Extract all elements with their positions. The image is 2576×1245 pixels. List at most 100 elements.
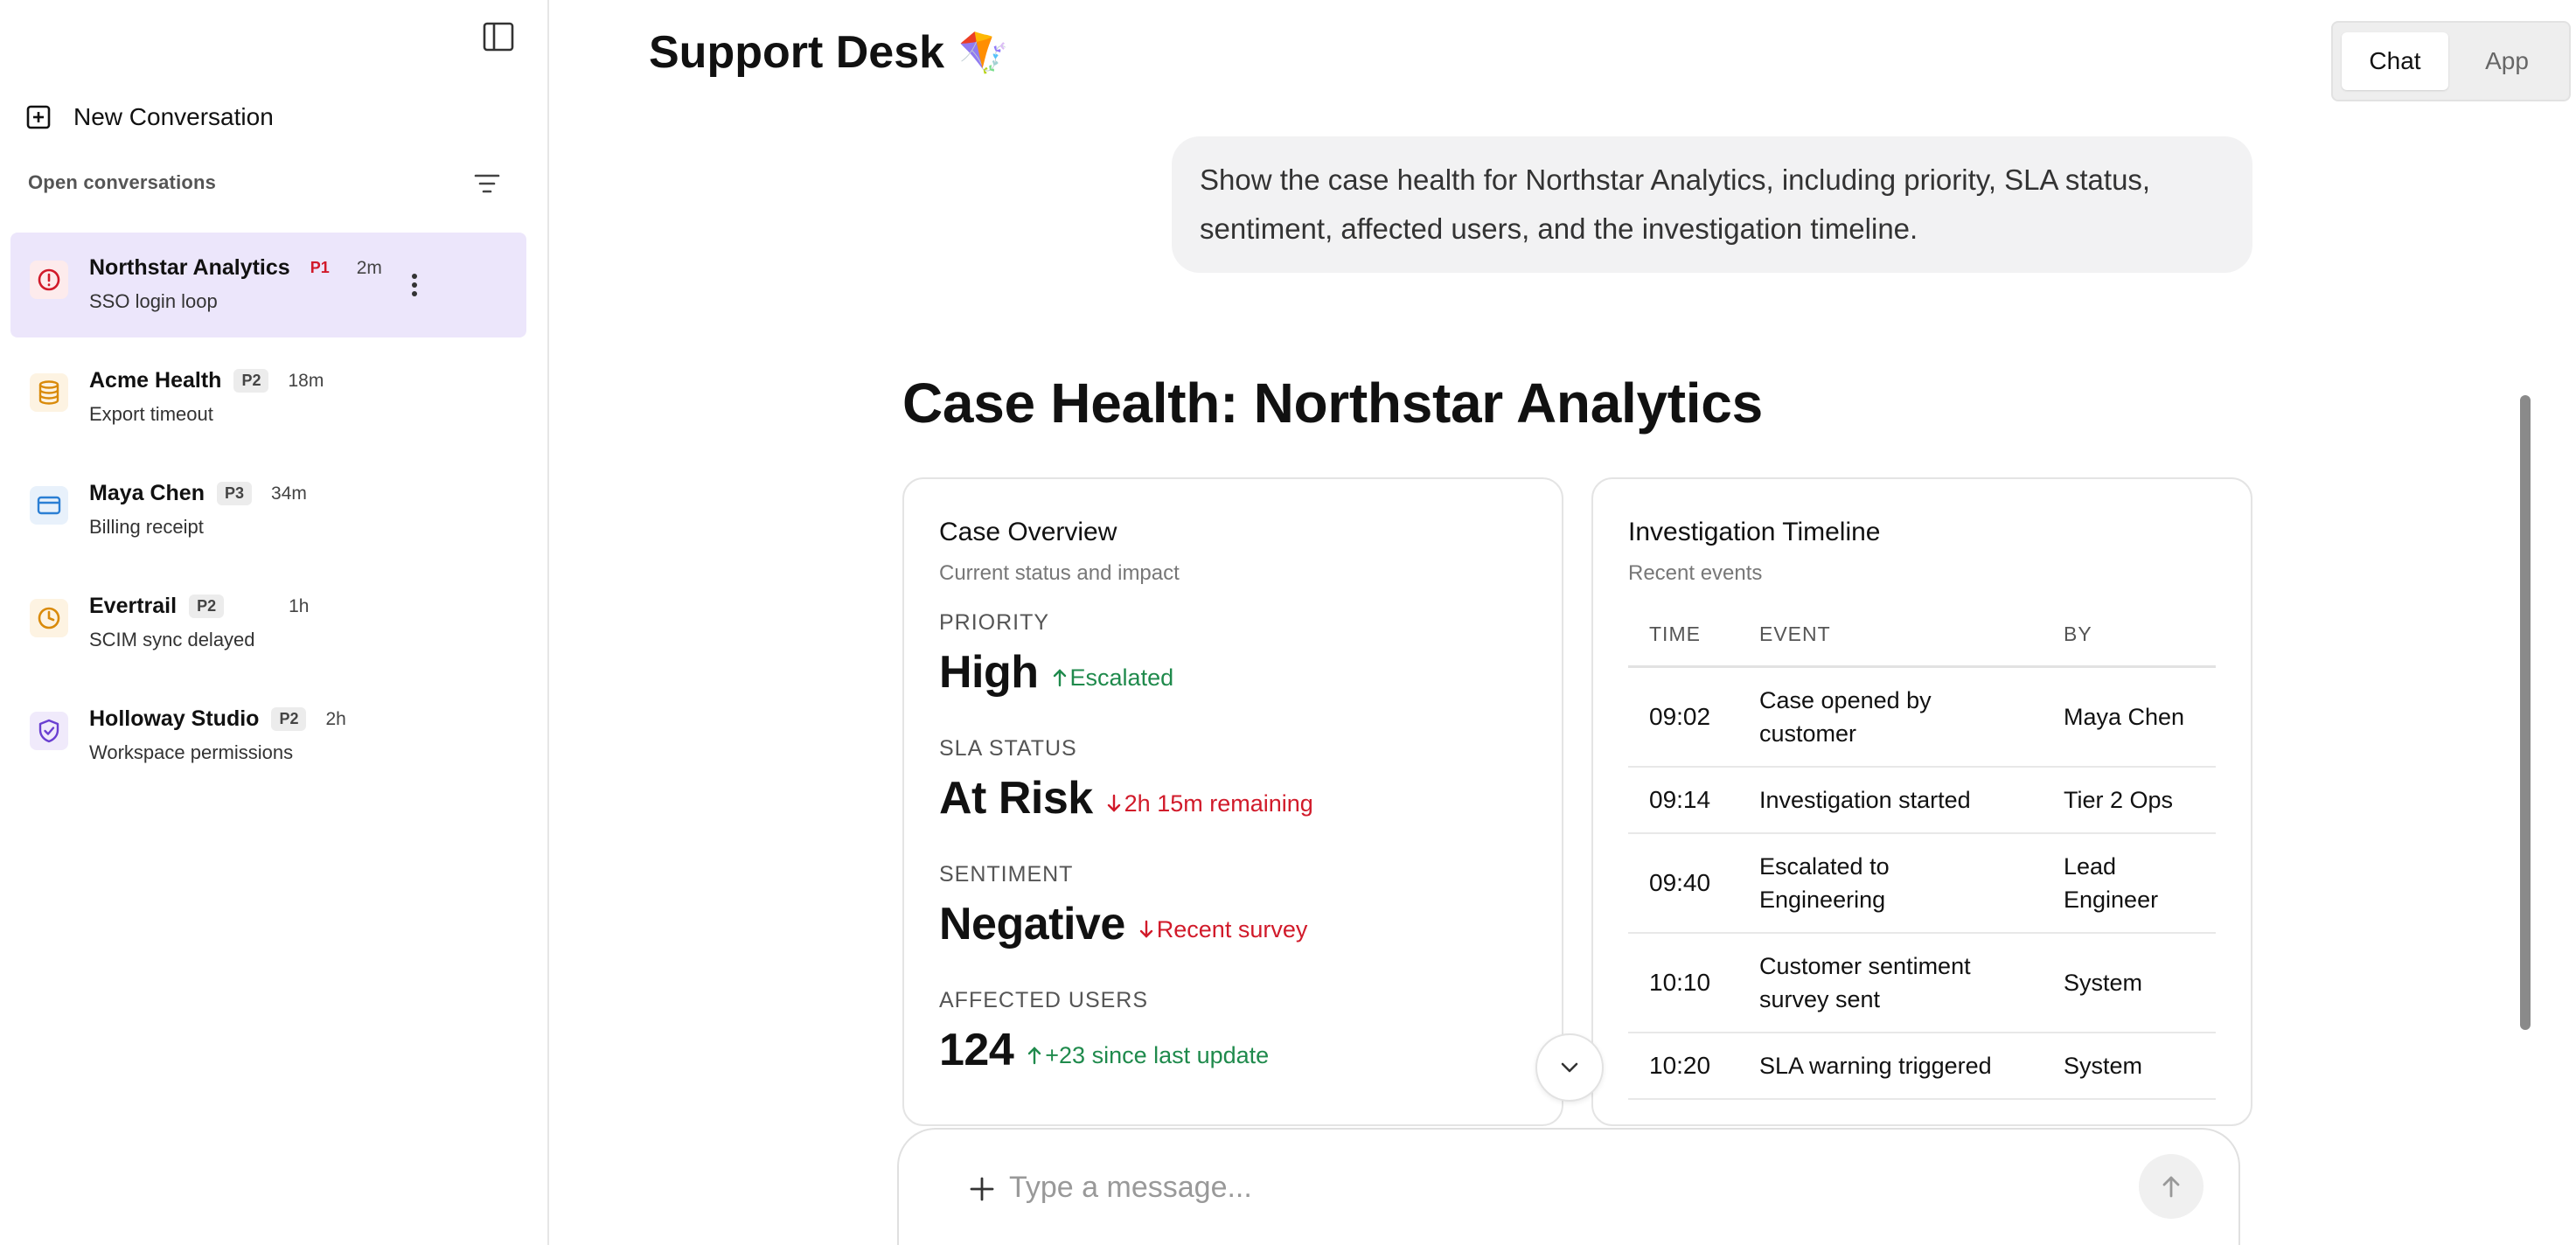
timeline-table: TIME EVENT BY 09:02 Case opened by custo…	[1628, 609, 2216, 1100]
cell-event: Case opened by customer	[1738, 666, 2043, 768]
metric-value: 124	[939, 1025, 1014, 1075]
page-title: Support Desk 🪁	[649, 26, 1008, 79]
sidebar-panel-icon	[483, 22, 514, 52]
priority-metric: PRIORITY High Escalated	[939, 610, 1173, 699]
column-header-time: TIME	[1628, 609, 1738, 668]
cell-event: Investigation started	[1738, 767, 2043, 834]
new-conversation-label: New Conversation	[73, 103, 274, 130]
conversation-list: Northstar Analytics P1 2m SSO login loop	[10, 233, 526, 796]
conversation-menu-button[interactable]	[399, 268, 430, 303]
case-title-name: Northstar Analytics	[1253, 372, 1764, 435]
cell-by: System	[2043, 1033, 2216, 1100]
conversation-subtitle: SSO login loop	[89, 290, 218, 312]
priority-badge: P2	[233, 369, 269, 393]
chevron-down-icon	[1561, 1062, 1578, 1073]
scrollbar[interactable]	[2520, 395, 2531, 1030]
conversation-time: 18m	[288, 370, 324, 391]
metric-delta: Recent survey	[1139, 915, 1308, 943]
timeline-subtitle: Recent events	[1628, 561, 1763, 585]
column-header-event: EVENT	[1738, 609, 2043, 668]
cell-event: SLA warning triggered	[1738, 1033, 2043, 1100]
timeline-title: Investigation Timeline	[1628, 518, 1881, 546]
metric-label: AFFECTED USERS	[939, 988, 1149, 1012]
arrow-up-icon	[1028, 1047, 1041, 1065]
metric-delta-text: +23 since last update	[1045, 1041, 1270, 1068]
priority-badge: P1	[310, 259, 330, 276]
case-overview-subtitle: Current status and impact	[939, 561, 1180, 585]
alert-circle-icon	[30, 261, 68, 299]
plus-square-icon	[26, 105, 51, 129]
conversation-item-northstar-analytics[interactable]: Northstar Analytics P1 2m SSO login loop	[10, 233, 526, 337]
filter-icon	[474, 174, 500, 193]
arrow-up-icon	[2162, 1176, 2180, 1198]
arrow-down-icon	[1107, 794, 1120, 812]
sidebar: New Conversation Open conversations Nort…	[0, 0, 549, 1245]
sidebar-toggle-button[interactable]	[479, 19, 518, 54]
conversation-subtitle: Workspace permissions	[89, 741, 294, 763]
cell-by: Tier 2 Ops	[2043, 767, 2216, 834]
conversation-title: Maya Chen	[89, 481, 205, 505]
table-row: 09:14 Investigation started Tier 2 Ops	[1628, 767, 2216, 834]
cell-by: Maya Chen	[2043, 666, 2216, 768]
cell-event: Escalated to Engineering	[1738, 833, 2043, 934]
chat-view-button[interactable]: Chat	[2342, 32, 2448, 90]
shield-check-icon	[30, 712, 68, 750]
sentiment-metric: SENTIMENT Negative Recent survey	[939, 862, 1307, 950]
conversation-time: 34m	[271, 483, 307, 504]
priority-badge: P3	[216, 482, 253, 505]
cell-time: 10:10	[1628, 933, 1738, 1033]
arrow-down-icon	[1139, 920, 1152, 938]
table-row: 09:40 Escalated to Engineering Lead Engi…	[1628, 833, 2216, 934]
metric-label: SENTIMENT	[939, 862, 1074, 887]
metric-delta: 2h 15m remaining	[1107, 790, 1313, 817]
user-message-bubble: Show the case health for Northstar Analy…	[1172, 136, 2252, 273]
metric-delta-text: Escalated	[1069, 664, 1174, 691]
metric-label: PRIORITY	[939, 610, 1050, 635]
more-vertical-icon	[412, 274, 417, 296]
case-overview-title: Case Overview	[939, 518, 1117, 546]
metric-delta-text: Recent survey	[1156, 915, 1308, 942]
scroll-to-bottom-button[interactable]	[1535, 1033, 1604, 1102]
page-title-text: Support Desk	[649, 27, 945, 78]
cell-by: System	[2043, 933, 2216, 1033]
table-row: 09:02 Case opened by customer Maya Chen	[1628, 666, 2216, 768]
table-header-row: TIME EVENT BY	[1628, 609, 2216, 668]
conversation-item-evertrail[interactable]: Evertrail P2 1h SCIM sync delayed	[10, 571, 526, 676]
table-row: 10:10 Customer sentiment survey sent Sys…	[1628, 933, 2216, 1033]
message-input[interactable]	[1009, 1159, 2137, 1215]
conversation-item-maya-chen[interactable]: Maya Chen P3 34m Billing receipt	[10, 458, 526, 563]
cell-time: 09:40	[1628, 833, 1738, 934]
cell-by: Lead Engineer	[2043, 833, 2216, 934]
cell-time: 10:20	[1628, 1033, 1738, 1100]
filter-button[interactable]	[469, 166, 505, 201]
conversation-time: 2h	[325, 708, 346, 729]
metric-delta: +23 since last update	[1027, 1042, 1269, 1069]
metric-delta-text: 2h 15m remaining	[1124, 789, 1313, 817]
metric-value: At Risk	[939, 773, 1093, 824]
conversation-item-acme-health[interactable]: Acme Health P2 18m Export timeout	[10, 345, 526, 450]
send-button[interactable]	[2139, 1154, 2204, 1219]
open-conversations-heading: Open conversations	[28, 171, 217, 193]
affected-users-metric: AFFECTED USERS 124 +23 since last update	[939, 988, 1269, 1076]
table-row: 10:20 SLA warning triggered System	[1628, 1033, 2216, 1100]
cell-event: Customer sentiment survey sent	[1738, 933, 2043, 1033]
new-conversation-button[interactable]: New Conversation	[26, 96, 274, 138]
conversation-title: Northstar Analytics	[89, 255, 290, 280]
priority-badge: P2	[271, 707, 307, 731]
app-view-button[interactable]: App	[2454, 32, 2560, 90]
metric-value: Negative	[939, 899, 1125, 949]
conversation-subtitle: SCIM sync delayed	[89, 629, 255, 650]
case-health-heading: Case Health: Northstar Analytics	[902, 371, 1763, 435]
cell-time: 09:14	[1628, 767, 1738, 834]
sla-status-metric: SLA STATUS At Risk 2h 15m remaining	[939, 736, 1313, 824]
conversation-subtitle: Export timeout	[89, 403, 213, 425]
credit-card-icon	[30, 486, 68, 525]
cell-time: 09:02	[1628, 666, 1738, 768]
message-composer	[897, 1128, 2240, 1245]
plus-icon	[970, 1177, 994, 1201]
conversation-item-holloway-studio[interactable]: Holloway Studio P2 2h Workspace permissi…	[10, 684, 526, 789]
view-toggle: Chat App	[2331, 21, 2571, 101]
conversation-title: Holloway Studio	[89, 706, 260, 731]
arrow-up-icon	[1053, 669, 1066, 687]
database-icon	[30, 373, 68, 412]
